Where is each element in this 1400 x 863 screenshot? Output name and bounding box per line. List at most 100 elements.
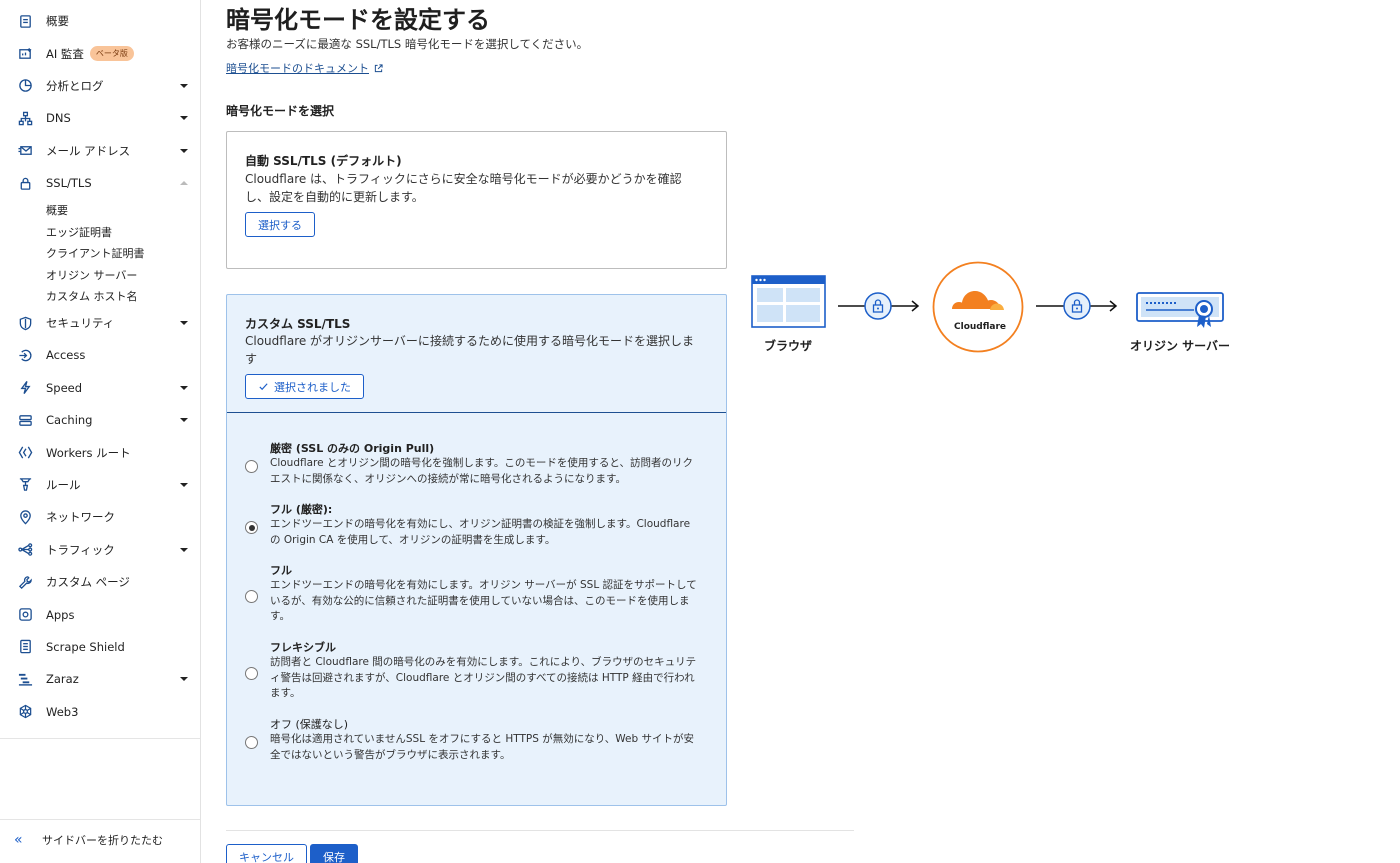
checkmark-icon — [259, 383, 268, 391]
sidebar-item-analytics[interactable]: 分析とログ — [0, 70, 200, 102]
sidebar-item-label: Workers ルート — [46, 445, 131, 460]
option-title: フル (厳密): — [270, 503, 333, 516]
sidebar-item-overview[interactable]: 概要 — [0, 5, 200, 37]
option-description: エンドツーエンドの暗号化を有効にし、オリジン証明書の検証を強制します。Cloud… — [270, 518, 691, 546]
sidebar-item-access[interactable]: Access — [0, 339, 200, 371]
lock-icon — [17, 175, 33, 191]
subnav-item-client-certificates[interactable]: クライアント証明書 — [46, 242, 200, 264]
browser-window-icon — [751, 275, 826, 328]
option-title: フレキシブル — [270, 641, 336, 654]
chevron-down-icon[interactable] — [180, 677, 188, 682]
subnav-item-custom-hostnames[interactable]: カスタム ホスト名 — [46, 285, 200, 307]
encrypted-connection-arrow-icon — [1036, 292, 1118, 320]
sidebar-item-speed[interactable]: Speed — [0, 372, 200, 404]
sidebar-item-workers-routes[interactable]: Workers ルート — [0, 436, 200, 468]
sidebar-item-label: ネットワーク — [46, 510, 115, 525]
option-description: Cloudflare とオリジン間の暗号化を強制します。このモードを使用すると、… — [270, 457, 693, 485]
auto-ssl-card[interactable]: 自動 SSL/TLS (デフォルト) Cloudflare は、トラフィックにさ… — [226, 131, 727, 269]
sidebar-item-ssl-tls[interactable]: SSL/TLS — [0, 167, 200, 199]
collapse-sidebar-button[interactable]: « サイドバーを折りたたむ — [14, 832, 163, 848]
sidebar: 概要 AI 監査 ベータ版 分析とログ DNS メール アドレス SSL/TLS — [0, 0, 201, 863]
option-title: 厳密 (SSL のみの Origin Pull) — [270, 442, 435, 455]
email-icon — [17, 143, 33, 159]
sidebar-item-label: セキュリティ — [46, 316, 115, 331]
sidebar-item-label: Speed — [46, 380, 83, 395]
option-description: エンドツーエンドの暗号化を有効にします。オリジン サーバーが SSL 認証をサポ… — [270, 579, 697, 622]
workers-icon — [17, 445, 33, 461]
chevron-down-icon[interactable] — [180, 83, 188, 88]
sidebar-item-label: 概要 — [46, 14, 69, 29]
lightning-icon — [17, 380, 33, 396]
chevron-down-icon[interactable] — [180, 547, 188, 552]
sidebar-divider — [0, 738, 200, 739]
traffic-icon — [17, 542, 33, 558]
radio-button-selected[interactable] — [245, 521, 258, 534]
chevron-down-icon[interactable] — [180, 321, 188, 326]
chevron-up-icon[interactable] — [180, 181, 188, 186]
auto-ssl-title: 自動 SSL/TLS (デフォルト) — [245, 154, 402, 168]
shield-icon — [17, 315, 33, 331]
sidebar-item-traffic[interactable]: トラフィック — [0, 534, 200, 566]
sidebar-item-label: SSL/TLS — [46, 176, 92, 191]
cancel-button[interactable]: キャンセル — [226, 844, 307, 863]
sidebar-item-label: Zaraz — [46, 672, 79, 687]
sidebar-item-zaraz[interactable]: Zaraz — [0, 663, 200, 695]
sidebar-item-email[interactable]: メール アドレス — [0, 135, 200, 167]
radio-button[interactable] — [245, 590, 258, 603]
apps-icon — [17, 607, 33, 623]
sidebar-item-network[interactable]: ネットワーク — [0, 501, 200, 533]
auto-ssl-description: Cloudflare は、トラフィックにさらに安全な暗号化モードが必要かどうかを… — [245, 172, 682, 204]
ai-audit-icon — [17, 46, 33, 62]
sidebar-item-web3[interactable]: Web3 — [0, 696, 200, 728]
sidebar-item-label: トラフィック — [46, 542, 115, 557]
radio-button[interactable] — [245, 667, 258, 680]
radio-button[interactable] — [245, 460, 258, 473]
section-label: 暗号化モードを選択 — [226, 104, 335, 118]
collapse-sidebar-label: サイドバーを折りたたむ — [42, 834, 163, 847]
chevron-down-icon[interactable] — [180, 116, 188, 121]
sidebar-item-security[interactable]: セキュリティ — [0, 307, 200, 339]
access-icon — [17, 347, 33, 363]
sidebar-item-caching[interactable]: Caching — [0, 404, 200, 436]
sidebar-footer-divider — [0, 819, 200, 820]
sidebar-item-label: Caching — [46, 413, 93, 428]
sidebar-item-label: メール アドレス — [46, 143, 131, 158]
sidebar-item-scrape-shield[interactable]: Scrape Shield — [0, 631, 200, 663]
sidebar-item-ai-audit[interactable]: AI 監査 ベータ版 — [0, 37, 200, 69]
custom-ssl-description: Cloudflare がオリジンサーバーに接続するために使用する暗号化モードを選… — [245, 334, 694, 366]
radio-button[interactable] — [245, 736, 258, 749]
page-title: 暗号化モードを設定する — [226, 6, 490, 34]
sidebar-item-custom-pages[interactable]: カスタム ページ — [0, 566, 200, 598]
select-auto-button[interactable]: 選択する — [245, 212, 315, 237]
save-button[interactable]: 保存 — [310, 844, 358, 863]
sidebar-item-label: Scrape Shield — [46, 639, 125, 654]
sidebar-item-apps[interactable]: Apps — [0, 598, 200, 630]
sidebar-nav: 概要 AI 監査 ベータ版 分析とログ DNS メール アドレス SSL/TLS — [0, 5, 200, 728]
subnav-item-edge-certificates[interactable]: エッジ証明書 — [46, 221, 200, 243]
cloudflare-logo-icon — [932, 261, 1024, 353]
sidebar-item-label: ルール — [46, 477, 81, 492]
documentation-link[interactable]: 暗号化モードのドキュメント — [226, 60, 383, 76]
document-icon — [17, 13, 33, 29]
selected-custom-button[interactable]: 選択されました — [245, 374, 364, 399]
sidebar-item-label: Apps — [46, 607, 75, 622]
sidebar-item-label: 分析とログ — [46, 78, 104, 93]
double-chevron-left-icon: « — [14, 832, 23, 848]
chevron-down-icon[interactable] — [180, 418, 188, 423]
subnav-item-overview[interactable]: 概要 — [46, 199, 200, 221]
caching-icon — [17, 412, 33, 428]
sidebar-item-label: Web3 — [46, 704, 79, 719]
browser-label: ブラウザ — [764, 339, 813, 353]
subnav-item-origin-server[interactable]: オリジン サーバー — [46, 264, 200, 286]
chevron-down-icon[interactable] — [180, 482, 188, 487]
external-link-icon — [374, 64, 383, 73]
custom-ssl-header: カスタム SSL/TLS Cloudflare がオリジンサーバーに接続するため… — [227, 295, 726, 413]
custom-ssl-card[interactable]: カスタム SSL/TLS Cloudflare がオリジンサーバーに接続するため… — [226, 294, 727, 806]
page-description: お客様のニーズに最適な SSL/TLS 暗号化モードを選択してください。 — [226, 37, 589, 51]
sidebar-item-label: カスタム ページ — [46, 575, 130, 590]
chevron-down-icon[interactable] — [180, 148, 188, 153]
chevron-down-icon[interactable] — [180, 385, 188, 390]
sidebar-item-rules[interactable]: ルール — [0, 469, 200, 501]
option-title: オフ (保護なし) — [270, 718, 349, 731]
sidebar-item-dns[interactable]: DNS — [0, 102, 200, 134]
